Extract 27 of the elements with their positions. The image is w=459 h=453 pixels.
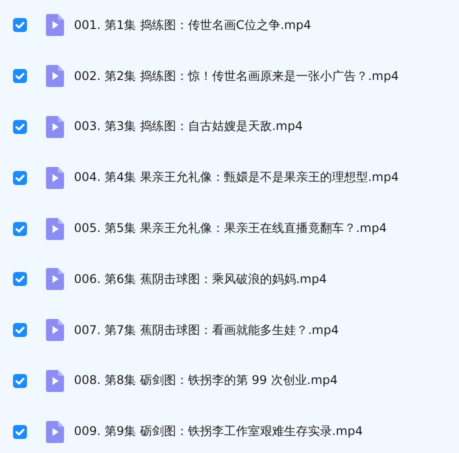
file-name[interactable]: 007. 第7集 蕉阴击球图：看画就能多生娃？.mp4 (74, 322, 339, 339)
file-name[interactable]: 004. 第4集 果亲王允礼像：甄嬛是不是果亲王的理想型.mp4 (74, 169, 399, 186)
checkbox[interactable] (13, 69, 27, 84)
checkbox[interactable] (13, 272, 27, 286)
file-name[interactable]: 001. 第1集 捣练图：传世名画C位之争.mp4 (74, 16, 312, 34)
video-file-icon (46, 420, 64, 443)
file-name[interactable]: 008. 第8集 砺剑图：铁拐李的第 99 次创业.mp4 (74, 372, 338, 390)
checkbox[interactable] (13, 323, 27, 338)
file-name[interactable]: 005. 第5集 果亲王允礼像：果亲王在线直播竟翻车？.mp4 (74, 220, 387, 238)
checkbox[interactable] (13, 18, 27, 32)
video-file-icon (46, 65, 64, 88)
checkbox[interactable] (13, 374, 27, 388)
video-file-icon (46, 116, 64, 138)
video-file-icon (46, 370, 64, 392)
video-file-icon (46, 166, 64, 189)
video-file-icon (46, 218, 64, 240)
file-name[interactable]: 006. 第6集 蕉阴击球图：乘风破浪的妈妈.mp4 (74, 270, 327, 288)
file-name[interactable]: 002. 第2集 捣练图：惊！传世名画原来是一张小广告？.mp4 (74, 68, 399, 85)
video-file-icon (46, 268, 64, 290)
file-name[interactable]: 003. 第3集 捣练图：自古姑嫂是天敌.mp4 (74, 118, 303, 136)
video-file-icon (46, 14, 64, 36)
checkbox[interactable] (13, 120, 27, 134)
video-file-icon (46, 319, 64, 342)
checkbox[interactable] (13, 424, 27, 439)
checkbox[interactable] (13, 170, 27, 185)
checkbox[interactable] (13, 222, 27, 236)
file-name[interactable]: 009. 第9集 砺剑图：铁拐李工作室艰难生存实录.mp4 (74, 423, 363, 440)
